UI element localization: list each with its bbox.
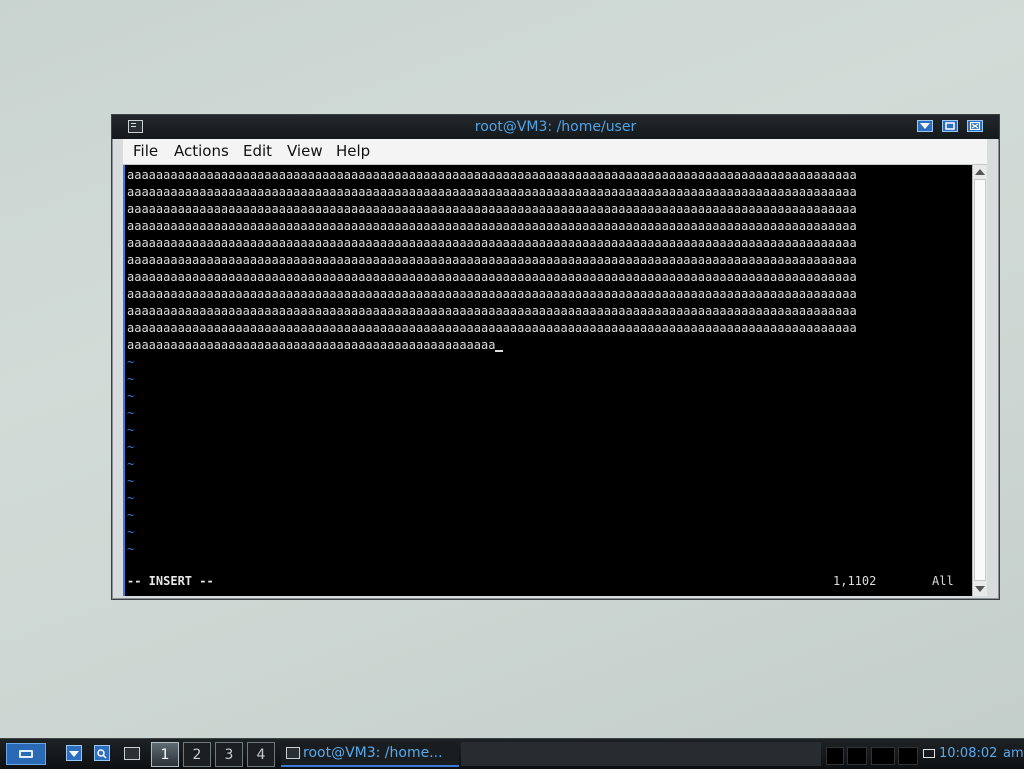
menu-edit[interactable]: Edit (243, 142, 272, 160)
terminal-launcher-icon[interactable] (124, 747, 140, 760)
empty-line-marker: ~ (127, 457, 135, 471)
empty-line-marker: ~ (127, 508, 135, 522)
chevron-down-icon[interactable] (66, 745, 82, 761)
terminal-line: aaaaaaaaaaaaaaaaaaaaaaaaaaaaaaaaaaaaaaaa… (127, 337, 504, 354)
desktop-3[interactable]: 3 (215, 742, 243, 767)
task-label: root@VM3: /home... (303, 745, 443, 761)
terminal-area[interactable]: -- INSERT -- 1,1102 All aaaaaaaaaaaaaaaa… (123, 165, 972, 596)
task-button-terminal[interactable]: root@VM3: /home... (281, 742, 459, 767)
window-title: root@VM3: /home/user (474, 119, 637, 135)
terminal-line: aaaaaaaaaaaaaaaaaaaaaaaaaaaaaaaaaaaaaaaa… (127, 219, 857, 233)
terminal-line: aaaaaaaaaaaaaaaaaaaaaaaaaaaaaaaaaaaaaaaa… (127, 253, 857, 267)
search-icon[interactable] (94, 745, 110, 761)
scrollbar[interactable] (972, 165, 987, 596)
empty-line-marker: ~ (127, 542, 135, 556)
taskbar-spacer (461, 742, 821, 766)
terminal-line: aaaaaaaaaaaaaaaaaaaaaaaaaaaaaaaaaaaaaaaa… (127, 236, 857, 250)
terminal-line: aaaaaaaaaaaaaaaaaaaaaaaaaaaaaaaaaaaaaaaa… (127, 270, 857, 284)
desktop-2[interactable]: 2 (183, 742, 211, 767)
scroll-up-icon[interactable] (975, 169, 985, 175)
menu-bar: File Actions Edit View Help (123, 139, 987, 165)
scroll-down-icon[interactable] (975, 586, 985, 592)
terminal-line: aaaaaaaaaaaaaaaaaaaaaaaaaaaaaaaaaaaaaaaa… (127, 321, 857, 335)
text-cursor (495, 340, 504, 352)
terminal-window: root@VM3: /home/user File Actions Edit V… (111, 114, 1000, 600)
empty-line-marker: ~ (127, 372, 135, 386)
empty-line-marker: ~ (127, 491, 135, 505)
clock-ampm: am (1003, 746, 1024, 761)
terminal-line: aaaaaaaaaaaaaaaaaaaaaaaaaaaaaaaaaaaaaaaa… (127, 168, 857, 182)
mem-monitor-icon (847, 747, 867, 765)
terminal-line: aaaaaaaaaaaaaaaaaaaaaaaaaaaaaaaaaaaaaaaa… (127, 287, 857, 301)
cpu-monitor-icon (826, 747, 844, 765)
minimize-button[interactable] (917, 120, 933, 132)
menu-view[interactable]: View (287, 142, 323, 160)
maximize-button[interactable] (942, 120, 958, 132)
empty-line-marker: ~ (127, 423, 135, 437)
clock[interactable]: 10:08:02 (939, 746, 997, 761)
mail-icon[interactable] (923, 749, 935, 758)
terminal-line: aaaaaaaaaaaaaaaaaaaaaaaaaaaaaaaaaaaaaaaa… (127, 304, 857, 318)
terminal-icon (286, 747, 300, 759)
close-button[interactable] (967, 120, 983, 132)
empty-line-marker: ~ (127, 389, 135, 403)
title-bar[interactable]: root@VM3: /home/user (112, 115, 999, 139)
scroll-indicator: All (932, 574, 954, 588)
load-monitor-icon (898, 747, 918, 765)
menu-file[interactable]: File (133, 142, 158, 160)
menu-actions[interactable]: Actions (174, 142, 229, 160)
empty-line-marker: ~ (127, 474, 135, 488)
empty-line-marker: ~ (127, 440, 135, 454)
cursor-position: 1,1102 (833, 574, 877, 588)
net-monitor-icon (871, 747, 895, 765)
empty-line-marker: ~ (127, 406, 135, 420)
vim-mode: -- INSERT -- (127, 574, 214, 588)
scroll-thumb[interactable] (974, 179, 986, 581)
empty-line-marker: ~ (127, 355, 135, 369)
desktop-4[interactable]: 4 (247, 742, 275, 767)
menu-icon[interactable] (6, 743, 46, 765)
terminal-line: aaaaaaaaaaaaaaaaaaaaaaaaaaaaaaaaaaaaaaaa… (127, 202, 857, 216)
menu-help[interactable]: Help (336, 142, 370, 160)
terminal-line: aaaaaaaaaaaaaaaaaaaaaaaaaaaaaaaaaaaaaaaa… (127, 185, 857, 199)
empty-line-marker: ~ (127, 525, 135, 539)
taskbar: 1 2 3 4 root@VM3: /home... 10:08:02 am (0, 738, 1024, 769)
desktop-1[interactable]: 1 (151, 742, 179, 767)
